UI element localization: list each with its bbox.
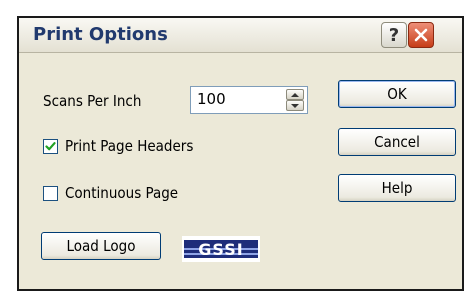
load-logo-label: Load Logo: [66, 237, 136, 255]
arrow-up-icon: [291, 92, 299, 97]
spin-up-button[interactable]: [286, 89, 304, 100]
spin-buttons: [286, 89, 304, 111]
print-page-headers-checkbox[interactable]: [43, 139, 58, 154]
spin-down-button[interactable]: [286, 100, 304, 111]
close-button[interactable]: [408, 22, 434, 48]
question-icon: ?: [388, 24, 400, 46]
ok-button[interactable]: OK: [338, 80, 456, 108]
scans-per-inch-stepper[interactable]: 100: [190, 86, 308, 114]
gssi-logo-graphic: GSSI: [182, 236, 260, 262]
ok-label: OK: [387, 85, 407, 103]
company-logo: GSSI: [182, 236, 260, 262]
dialog-title: Print Options: [33, 24, 168, 45]
print-options-dialog: Print Options ? Scans Per Inch 100 Print…: [17, 16, 464, 291]
context-help-button[interactable]: ?: [381, 22, 407, 48]
logo-wordmark: GSSI: [198, 240, 243, 259]
checkmark-icon: [45, 142, 56, 151]
continuous-page-checkbox[interactable]: [43, 186, 58, 201]
scans-per-inch-label: Scans Per Inch: [43, 92, 142, 110]
print-page-headers-label[interactable]: Print Page Headers: [65, 137, 193, 155]
cancel-button[interactable]: Cancel: [338, 128, 456, 156]
title-bar[interactable]: Print Options ?: [19, 18, 462, 53]
close-icon: [414, 28, 428, 42]
help-label: Help: [381, 179, 413, 197]
arrow-down-icon: [291, 103, 299, 108]
cancel-label: Cancel: [374, 133, 420, 151]
load-logo-button[interactable]: Load Logo: [41, 232, 161, 260]
scans-per-inch-input[interactable]: 100: [197, 90, 226, 108]
help-button[interactable]: Help: [338, 174, 456, 202]
continuous-page-label[interactable]: Continuous Page: [65, 184, 178, 202]
